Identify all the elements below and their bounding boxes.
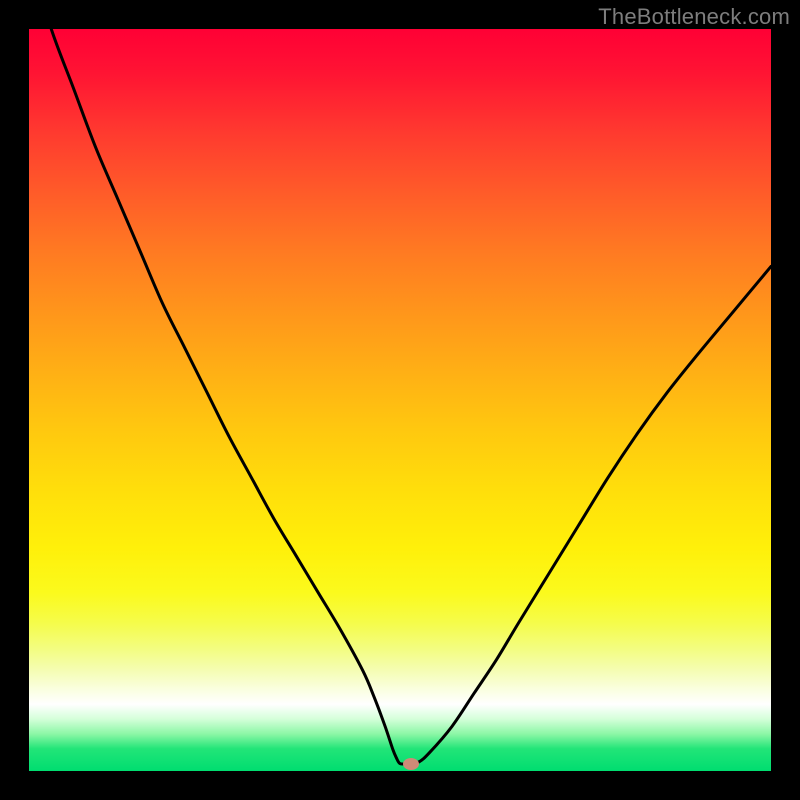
chart-frame: TheBottleneck.com [0,0,800,800]
plot-area [29,29,771,771]
curve-svg [29,29,771,771]
optimum-marker [403,758,419,770]
curve-path [29,29,771,764]
watermark-text: TheBottleneck.com [598,4,790,30]
